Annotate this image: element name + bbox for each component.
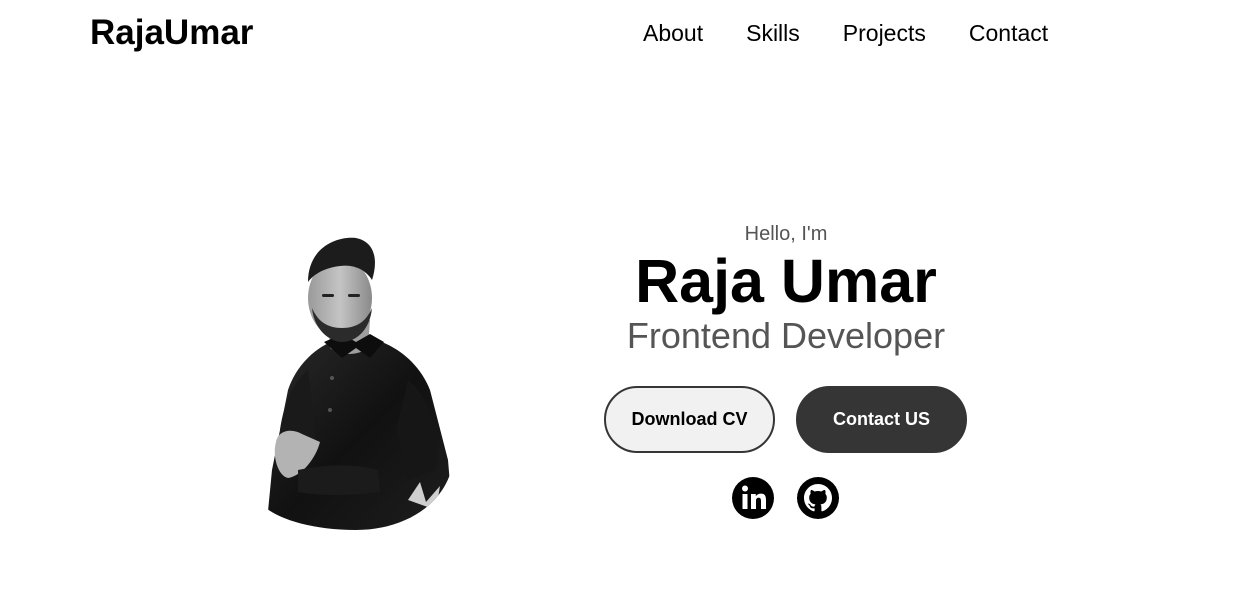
nav-link-projects[interactable]: Projects [843, 18, 926, 48]
nav-link-skills[interactable]: Skills [746, 18, 800, 48]
hero-name: Raja Umar [635, 247, 937, 315]
nav-link-contact[interactable]: Contact [969, 18, 1048, 48]
hero-role: Frontend Developer [626, 315, 946, 356]
contact-us-button[interactable]: Contact US [796, 386, 967, 453]
hero-intro: Hello, I'm Raja Umar Frontend Developer [586, 220, 986, 358]
nav-links: About Skills Projects Contact [643, 18, 1048, 48]
profile-photo [266, 237, 454, 530]
github-icon[interactable] [796, 476, 840, 520]
download-cv-button[interactable]: Download CV [604, 386, 775, 453]
nav-link-about[interactable]: About [643, 18, 703, 48]
hero-greeting: Hello, I'm [744, 223, 828, 245]
linkedin-icon[interactable] [731, 476, 775, 520]
site-logo[interactable]: RajaUmar [90, 12, 253, 54]
social-links [731, 476, 840, 520]
top-navbar: RajaUmar About Skills Projects Contact [0, 0, 1233, 70]
